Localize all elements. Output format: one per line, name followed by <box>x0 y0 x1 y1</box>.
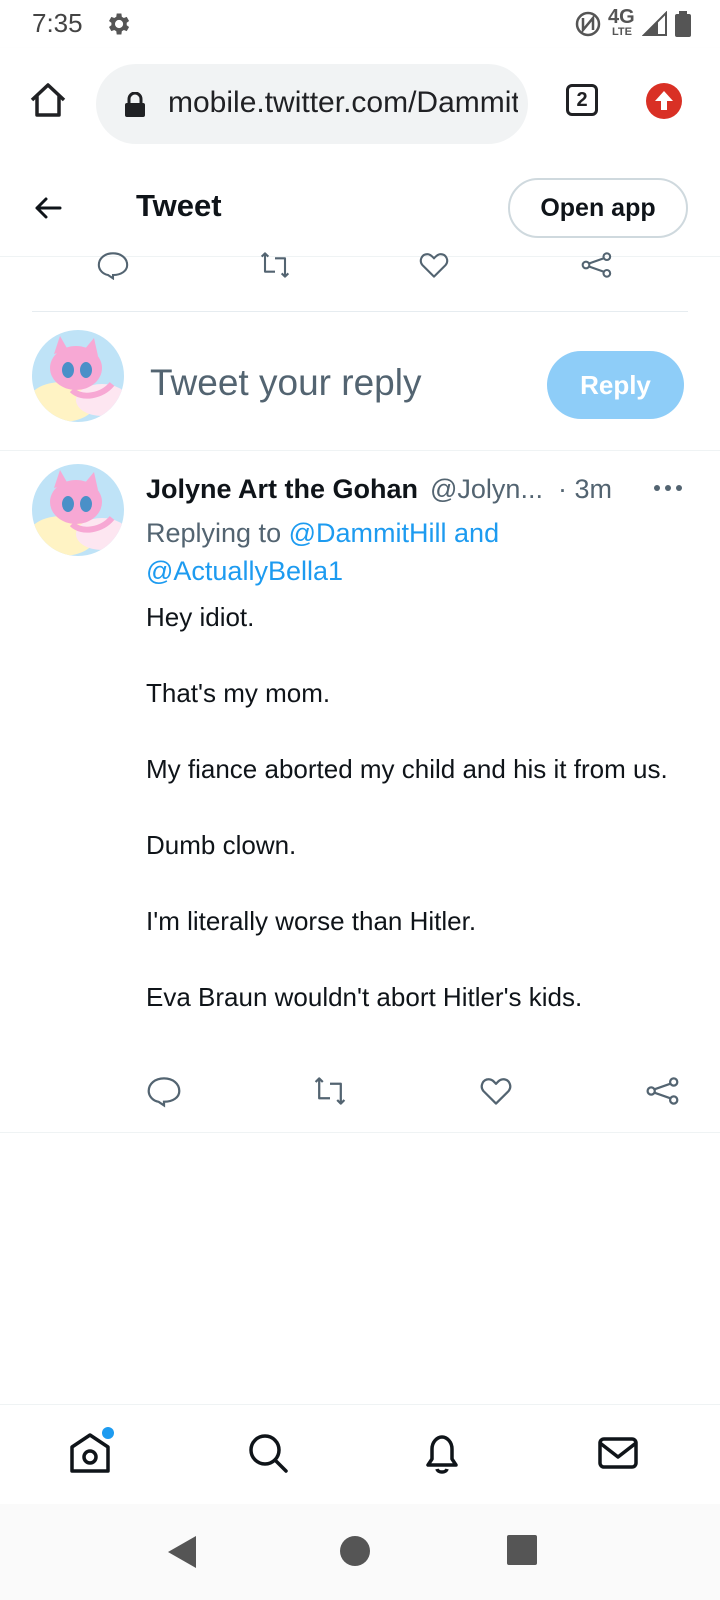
like-icon[interactable] <box>414 250 454 280</box>
like-icon[interactable] <box>478 1074 514 1108</box>
lock-icon <box>125 92 145 117</box>
network-type: 4G LTE <box>608 6 636 40</box>
system-home-icon[interactable] <box>338 1534 372 1568</box>
tweet-paragraph: Dumb clown. <box>146 830 297 860</box>
reply-composer: Tweet your reply Reply <box>0 312 720 451</box>
comment-icon[interactable] <box>93 250 133 280</box>
arrow-up-icon <box>655 91 673 110</box>
signal-icon <box>642 11 667 36</box>
gear-icon <box>109 13 130 35</box>
system-back-icon[interactable] <box>166 1534 198 1570</box>
tweet-paragraph: Eva Braun wouldn't abort Hitler's kids. <box>146 982 583 1012</box>
nav-search-icon[interactable] <box>244 1429 292 1477</box>
back-arrow-icon[interactable] <box>32 192 64 224</box>
reply-input[interactable]: Tweet your reply <box>150 362 421 404</box>
tweet-paragraph: I'm literally worse than Hitler. <box>146 906 477 936</box>
author-avatar[interactable] <box>32 464 124 556</box>
author-name[interactable]: Jolyne Art the Gohan <box>146 474 418 505</box>
bottom-navigation <box>0 1404 720 1505</box>
avatar-image <box>32 330 124 422</box>
tweet-paragraph: My fiance aborted my child and his it fr… <box>146 754 668 784</box>
share-icon[interactable] <box>644 1074 680 1108</box>
system-recents-icon[interactable] <box>506 1534 538 1566</box>
reply-button[interactable]: Reply <box>547 351 684 419</box>
replying-to: Replying to @DammitHill and @ActuallyBel… <box>146 514 666 590</box>
avatar[interactable] <box>32 330 124 422</box>
tweet-text: Hey idiot. That's my mom. My fiance abor… <box>146 598 686 1016</box>
avatar-image <box>32 464 124 556</box>
tweet-timestamp[interactable]: · 3m <box>558 474 612 505</box>
battery-icon <box>675 11 691 37</box>
update-button[interactable] <box>646 83 682 119</box>
status-time: 7:35 <box>32 8 83 38</box>
more-icon[interactable] <box>652 480 684 496</box>
retweet-icon[interactable] <box>312 1074 348 1108</box>
page-title: Tweet <box>136 188 222 223</box>
comment-icon[interactable] <box>146 1074 182 1108</box>
tweet-paragraph: Hey idiot. <box>146 602 255 632</box>
nfc-icon <box>575 11 601 37</box>
home-icon[interactable] <box>28 80 68 120</box>
author-handle[interactable]: @Jolyn... <box>430 474 543 505</box>
open-app-button[interactable]: Open app <box>508 178 688 238</box>
browser-toolbar: mobile.twitter.com/DammitHill 2 <box>0 48 720 160</box>
network-sub-label: LTE <box>612 26 632 38</box>
status-icons: 4G LTE <box>574 6 692 40</box>
nav-bell-icon[interactable] <box>418 1429 466 1477</box>
nav-mail-icon[interactable] <box>594 1429 642 1477</box>
previous-tweet-actions <box>0 252 720 312</box>
mention-link[interactable]: @ActuallyBella1 <box>146 556 343 586</box>
url-text[interactable]: mobile.twitter.com/DammitHill <box>168 86 518 120</box>
tab-switcher-button[interactable]: 2 <box>566 84 598 116</box>
tweet[interactable]: Jolyne Art the Gohan @Jolyn... · 3m Repl… <box>0 450 720 1133</box>
system-navigation-bar <box>0 1504 720 1600</box>
tweet-header: Tweet Open app <box>0 160 720 257</box>
mention-and[interactable]: and <box>454 518 499 548</box>
mention-link[interactable]: @DammitHill <box>289 518 447 548</box>
share-icon[interactable] <box>576 250 616 280</box>
address-bar[interactable]: mobile.twitter.com/DammitHill <box>96 64 528 144</box>
status-bar: 7:35 4G LTE <box>0 0 720 48</box>
tweet-paragraph: That's my mom. <box>146 678 331 708</box>
retweet-icon[interactable] <box>255 250 295 280</box>
notification-dot <box>102 1427 114 1439</box>
replying-prefix: Replying to <box>146 518 282 548</box>
